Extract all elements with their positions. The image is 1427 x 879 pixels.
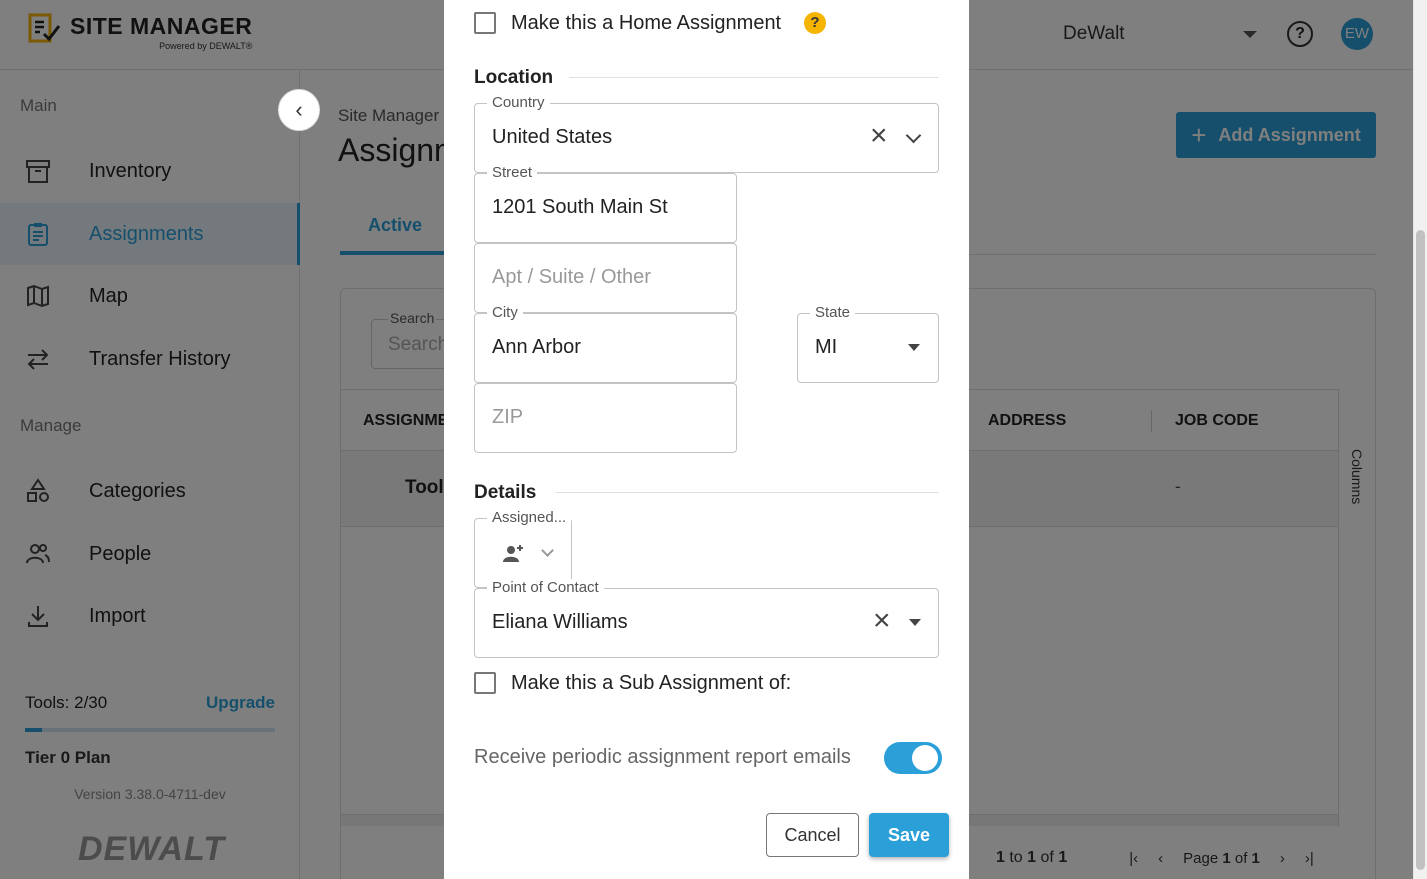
country-value: United States <box>492 126 613 148</box>
street-label: Street <box>487 164 538 181</box>
home-assignment-checkbox[interactable] <box>474 12 496 34</box>
state-value: MI <box>815 336 838 358</box>
point-of-contact-select[interactable]: Point of Contact Eliana Williams × <box>474 579 939 658</box>
poc-label: Point of Contact <box>487 579 604 596</box>
country-select[interactable]: Country United States × <box>474 94 939 173</box>
city-label: City <box>487 304 523 321</box>
page-scrollbar[interactable] <box>1413 0 1427 879</box>
street-field[interactable]: Street 1201 South Main St <box>474 164 737 243</box>
chevron-left-icon: ‹ <box>295 97 303 122</box>
location-divider <box>569 77 939 78</box>
report-emails-toggle[interactable] <box>884 742 942 774</box>
scrollbar-thumb[interactable] <box>1416 230 1425 870</box>
apt-placeholder: Apt / Suite / Other <box>492 266 651 288</box>
apt-field[interactable]: Apt / Suite / Other <box>474 243 737 313</box>
assigned-select[interactable]: Assigned... <box>474 509 572 588</box>
chevron-down-icon[interactable] <box>541 544 554 557</box>
chevron-down-icon[interactable] <box>905 127 922 144</box>
person-icon <box>503 545 523 568</box>
assigned-label: Assigned... <box>487 509 572 526</box>
save-button[interactable]: Save <box>869 813 949 857</box>
cancel-button[interactable]: Cancel <box>766 813 859 857</box>
sub-assignment-label: Make this a Sub Assignment of: <box>511 672 792 694</box>
details-divider <box>556 492 939 493</box>
state-select[interactable]: State MI <box>797 304 939 383</box>
city-field[interactable]: City Ann Arbor <box>474 304 737 383</box>
state-label: State <box>810 304 856 321</box>
dropdown-arrow-icon[interactable] <box>909 619 921 626</box>
city-value: Ann Arbor <box>492 336 581 358</box>
home-assignment-label: Make this a Home Assignment <box>511 12 782 34</box>
report-emails-label: Receive periodic assignment report email… <box>474 746 851 768</box>
zip-placeholder: ZIP <box>492 406 524 428</box>
sub-assignment-checkbox[interactable] <box>474 672 496 694</box>
poc-value: Eliana Williams <box>492 611 628 633</box>
location-section-title: Location <box>474 67 554 88</box>
toggle-knob <box>912 745 938 771</box>
dropdown-arrow-icon[interactable] <box>908 344 920 351</box>
help-badge-icon[interactable]: ? <box>804 12 826 34</box>
street-value: 1201 South Main St <box>492 196 668 218</box>
country-label: Country <box>487 94 550 111</box>
zip-field[interactable]: ZIP <box>474 383 737 453</box>
assignment-modal: Make this a Home Assignment ? Location C… <box>444 0 969 879</box>
clear-country-icon[interactable]: × <box>870 121 888 151</box>
details-section-title: Details <box>474 482 537 503</box>
collapse-sidebar-button[interactable]: ‹ <box>278 89 320 131</box>
clear-poc-icon[interactable]: × <box>873 606 891 636</box>
